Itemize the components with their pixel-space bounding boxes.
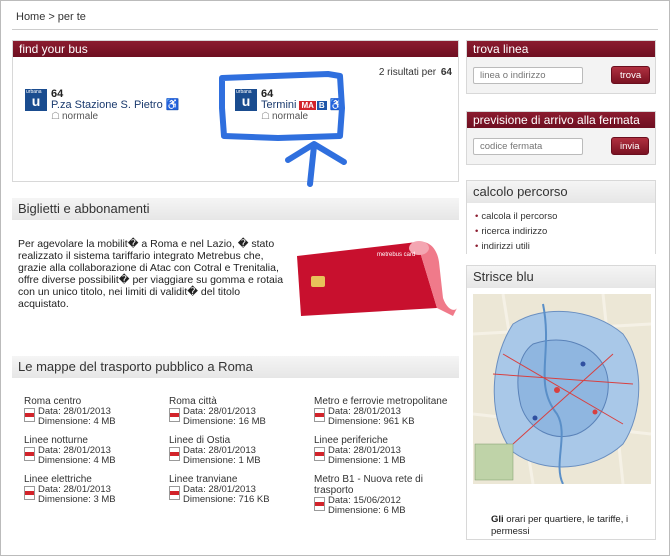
results-query: 64 — [440, 67, 452, 78]
bus-type: normale — [61, 111, 99, 122]
indirizzi-utili-link[interactable]: indirizzi utili — [475, 239, 647, 254]
map-size: Dimensione: 6 MB — [328, 505, 406, 516]
trova-button[interactable]: trova — [611, 66, 651, 84]
pdf-icon[interactable] — [24, 447, 35, 461]
metrebus-card-image: metrebus card — [297, 241, 457, 316]
breadcrumb-current: per te — [57, 11, 86, 23]
breadcrumb-separator: > — [48, 11, 55, 23]
strisce-blu-title: Strisce blu — [467, 266, 655, 288]
tickets-title[interactable]: Biglietti e abbonamenti — [12, 198, 459, 220]
line-address-input[interactable] — [473, 66, 583, 84]
map-size: Dimensione: 16 MB — [183, 416, 266, 427]
bus-type-icon: ☖ — [51, 111, 60, 122]
results-count: 2 risultati per 64 — [378, 67, 452, 78]
tickets-description: Per agevolare la mobilit� a Roma e nel L… — [18, 238, 284, 310]
pdf-icon[interactable] — [314, 497, 325, 511]
map-download-item[interactable]: Linee elettriche Data: 28/01/2013 Dimensi… — [24, 474, 169, 516]
calcolo-links: calcola il percorso ricerca indirizzo in… — [467, 203, 655, 260]
trova-linea-panel: trova linea trova — [466, 40, 656, 94]
trova-linea-title: trova linea — [467, 41, 655, 57]
map-download-item[interactable]: Linee notturne Data: 28/01/2013 Dimension… — [24, 435, 169, 466]
calcolo-title: calcolo percorso — [467, 181, 655, 203]
calcola-percorso-link[interactable]: calcola il percorso — [475, 209, 647, 224]
tickets-panel: Biglietti e abbonamenti Per agevolare la… — [12, 198, 459, 338]
pdf-icon[interactable] — [169, 447, 180, 461]
map-size: Dimensione: 4 MB — [38, 455, 116, 466]
pdf-icon[interactable] — [24, 408, 35, 422]
map-download-item[interactable]: Metro e ferrovie metropolitane Data: 28/… — [314, 396, 464, 427]
pdf-icon[interactable] — [169, 408, 180, 422]
map-size: Dimensione: 4 MB — [38, 416, 116, 427]
map-size: Dimensione: 716 KB — [183, 494, 270, 505]
map-download-item[interactable]: Metro B1 - Nuova rete di trasporto Data:… — [314, 474, 464, 516]
map-title[interactable]: Metro B1 - Nuova rete di trasporto — [314, 474, 464, 496]
strisce-blu-note: Gli orari per quartiere, le tariffe, i p… — [491, 514, 629, 537]
find-bus-title: find your bus — [13, 41, 458, 57]
map-download-item[interactable]: Roma città Data: 28/01/2013 Dimensione: 1… — [169, 396, 314, 427]
pdf-icon[interactable] — [314, 408, 325, 422]
annotation-box — [219, 71, 345, 141]
map-size: Dimensione: 3 MB — [38, 494, 116, 505]
map-size: Dimensione: 1 MB — [328, 455, 406, 466]
stop-code-input[interactable] — [473, 137, 583, 155]
previsione-panel: previsione di arrivo alla fermata invia — [466, 111, 656, 165]
map-download-item[interactable]: Linee di Ostia Data: 28/01/2013 Dimension… — [169, 435, 314, 466]
svg-text:metrebus card: metrebus card — [377, 252, 415, 258]
map-size: Dimensione: 1 MB — [183, 455, 261, 466]
strisce-blu-panel: Strisce blu Gli orari per quartiere, le … — [466, 265, 656, 540]
annotation-arrow-shaft — [307, 143, 317, 187]
pdf-icon[interactable] — [24, 486, 35, 500]
invia-button[interactable]: invia — [611, 137, 649, 155]
ricerca-indirizzo-link[interactable]: ricerca indirizzo — [475, 224, 647, 239]
accessible-icon: ♿ — [165, 99, 180, 111]
rome-map-image[interactable] — [473, 294, 651, 484]
pdf-icon[interactable] — [169, 486, 180, 500]
map-download-item[interactable]: Roma centro Data: 28/01/2013 Dimensione: … — [24, 396, 169, 427]
breadcrumb-home-link[interactable]: Home — [16, 11, 45, 23]
breadcrumb: Home > per te — [16, 11, 86, 23]
urban-bus-icon: urbana u — [25, 89, 47, 111]
map-download-item[interactable]: Linee periferiche Data: 28/01/2013 Dimens… — [314, 435, 464, 466]
maps-panel: Le mappe del trasporto pubblico a Roma R… — [12, 356, 459, 526]
divider — [12, 29, 658, 30]
annotation-scribble — [219, 71, 347, 187]
pdf-icon[interactable] — [314, 447, 325, 461]
previsione-title: previsione di arrivo alla fermata — [467, 112, 655, 128]
maps-title: Le mappe del trasporto pubblico a Roma — [12, 356, 459, 378]
map-size: Dimensione: 961 KB — [328, 416, 415, 427]
bus-stop-name[interactable]: P.za Stazione S. Pietro — [51, 99, 163, 111]
bus-result-1[interactable]: urbana u 64 P.za Stazione S. Pietro ♿ ☖ no… — [25, 89, 179, 122]
calcolo-panel: calcolo percorso calcola il percorso ric… — [466, 180, 656, 260]
map-download-item[interactable]: Linee tranviane Data: 28/01/2013 Dimensio… — [169, 474, 314, 516]
